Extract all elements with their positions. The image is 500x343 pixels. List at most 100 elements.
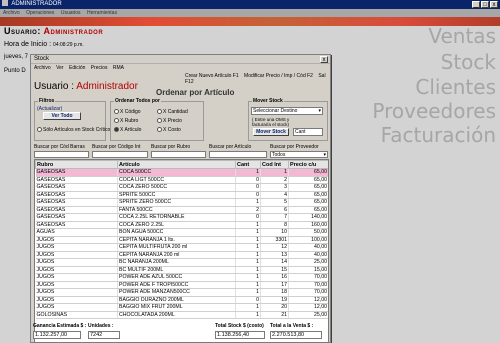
side-menu-clientes[interactable]: Clientes <box>415 75 496 99</box>
table-row[interactable]: JUGOS POWER ADE F TROPI500CC 1 17 70,00 <box>35 281 328 289</box>
side-menu-facturacion[interactable]: Facturación <box>381 123 496 147</box>
table-row[interactable]: JUGOS POWER ADE AZUL 500CC 1 16 70,00 <box>35 273 328 282</box>
search-label-rubro: Buscar por Rubro <box>151 144 191 150</box>
close-button[interactable]: x <box>490 1 498 8</box>
ordenar-precio[interactable]: X Precio <box>157 118 182 124</box>
col-cod-int[interactable]: Cod Int <box>260 160 289 169</box>
search-label-barcode: Buscar por Cód Barras <box>34 144 85 150</box>
minimize-button[interactable]: _ <box>472 1 480 8</box>
cell-precio: 70,00 <box>288 281 328 289</box>
cell-articulo: COCA 500CC <box>117 168 236 177</box>
table-header-row: Rubro Artículo Cant Cod Int Precio c/u <box>35 160 328 169</box>
stock-close-button[interactable]: x <box>320 56 328 63</box>
col-precio[interactable]: Precio c/u <box>288 160 328 169</box>
cell-cod-int: 10 <box>260 228 289 237</box>
table-row[interactable]: JUGOS POWER ADE MANZAN500CC 1 18 70,00 <box>35 288 328 297</box>
ordenar-costo[interactable]: X Costo <box>157 127 181 133</box>
table-row[interactable]: JUGOS CEPITA NARANJA 1 lts. 1 3301 100,00 <box>35 236 328 244</box>
ordenar-cantidad[interactable]: X Cantidad <box>157 109 188 115</box>
cell-rubro: GASEOSAS <box>35 198 118 207</box>
stock-menu-precios[interactable]: Precios <box>91 65 108 71</box>
stock-user-name: Administrador <box>76 81 138 92</box>
table-row[interactable]: GASEOSAS COCA ZERO 2.25L 1 8 160,00 <box>35 221 328 229</box>
table-row[interactable]: GASEOSAS COCA LIGT 500CC 0 2 65,00 <box>35 176 328 184</box>
side-menu-stock[interactable]: Stock <box>441 50 496 74</box>
stock-menu-rma[interactable]: RMA <box>113 65 124 71</box>
destino-select[interactable]: Seleccionar Destino ▾ <box>251 107 323 115</box>
table-row[interactable]: GASEOSAS COCA ZERO 500CC 0 3 65,00 <box>35 183 328 192</box>
radio-costo[interactable] <box>157 127 162 133</box>
stock-menu-archivo[interactable]: Archivo <box>34 65 51 71</box>
stock-user-label: Usuario : <box>34 81 75 92</box>
radio-cantidad[interactable] <box>157 109 162 115</box>
cell-articulo: CEPITA NARANJA 200 ml <box>117 251 236 259</box>
radio-rubro[interactable] <box>114 118 119 124</box>
cell-cant: 1 <box>235 288 261 297</box>
menu-usuarios[interactable]: Usuarios <box>61 10 81 16</box>
cell-precio: 15,00 <box>288 266 328 274</box>
solo-criticos-option[interactable]: Sólo Artículos en Stock Crítico <box>37 127 110 133</box>
cell-cant: 1 <box>235 311 261 319</box>
filtros-label: Filtros <box>38 98 56 104</box>
shortcut-modify-price[interactable]: Modificar Precio / Imp / Cód F2 <box>244 73 313 79</box>
cell-cod-int: 20 <box>260 303 289 312</box>
cell-cod-int: 19 <box>260 296 289 304</box>
ordenar-rubro-label: X Rubro <box>120 118 139 124</box>
search-labels: Buscar por Cód Barras Buscar por Código … <box>34 144 329 150</box>
search-articulo-input[interactable] <box>209 151 267 158</box>
table-row[interactable]: JUGOS CEPITA NARANJA 200 ml 1 13 40,00 <box>35 251 328 259</box>
cell-rubro: GOLOSINAS <box>35 311 118 319</box>
menu-herramientas[interactable]: Herramientas <box>87 10 117 16</box>
ordenar-articulo[interactable]: X Artículo <box>114 127 141 133</box>
search-rubro-input[interactable] <box>151 151 206 158</box>
search-barcode-input[interactable] <box>34 151 89 158</box>
ordenar-rubro[interactable]: X Rubro <box>114 118 138 124</box>
mover-stock-button[interactable]: Mover Stock <box>253 128 289 136</box>
radio-precio[interactable] <box>157 118 162 124</box>
maximize-button[interactable]: □ <box>481 1 489 8</box>
table-row[interactable]: JUGOS BC MULTIF 200ML 1 15 15,00 <box>35 266 328 274</box>
cell-cant: 1 <box>235 258 261 267</box>
stock-menu-edicion[interactable]: Edición <box>69 65 85 71</box>
cell-rubro: JUGOS <box>35 236 118 244</box>
ordenar-codigo[interactable]: X Código <box>114 109 141 115</box>
cell-precio: 65,00 <box>288 176 328 184</box>
table-row[interactable]: JUGOS BAGGIO MIX FRUT 200ML 1 20 12,00 <box>35 303 328 312</box>
stock-menu-ver[interactable]: Ver <box>56 65 64 71</box>
col-rubro[interactable]: Rubro <box>35 160 118 169</box>
table-row[interactable]: GASEOSAS FANTA 500CC 2 6 65,00 <box>35 206 328 214</box>
ganancia-label: Ganancia Estimada $ : <box>33 323 87 329</box>
cell-precio: 40,00 <box>288 243 328 252</box>
table-row[interactable]: GASEOSAS COCA 2.25L RETORNABLE 0 7 140,00 <box>35 213 328 222</box>
cant-input[interactable]: Cant <box>293 128 323 136</box>
cell-rubro: GASEOSAS <box>35 221 118 229</box>
search-proveedor-select[interactable]: Todos ▾ <box>270 151 328 158</box>
cell-precio: 65,00 <box>288 191 328 199</box>
cell-cod-int: 4 <box>260 191 289 199</box>
table-row[interactable]: JUGOS CEPITA MULTIFRUTA 200 ml 1 12 40,00 <box>35 243 328 252</box>
solo-criticos-radio[interactable] <box>37 127 42 133</box>
cell-rubro: GASEOSAS <box>35 183 118 192</box>
col-articulo[interactable]: Artículo <box>117 160 236 169</box>
menu-operaciones[interactable]: Operaciones <box>26 10 54 16</box>
radio-codigo[interactable] <box>114 109 119 115</box>
table-row[interactable]: AGUAS BON AGUA 500CC 1 10 50,00 <box>35 228 328 237</box>
cell-cod-int: 6 <box>260 206 289 214</box>
cell-cant: 1 <box>235 273 261 282</box>
table-row[interactable]: GASEOSAS SPRITE ZERO 500CC 1 5 65,00 <box>35 198 328 207</box>
table-row[interactable]: GASEOSAS COCA 500CC 1 1 65,00 <box>35 168 328 177</box>
solo-criticos-label: Sólo Artículos en Stock Crítico <box>43 127 111 133</box>
table-row[interactable]: JUGOS BC NARANJA 200ML 1 14 25,00 <box>35 258 328 267</box>
col-cant[interactable]: Cant <box>235 160 261 169</box>
menu-archivo[interactable]: Archivo <box>3 10 20 16</box>
main-title-bar: ADMINISTRADOR _ □ x <box>0 0 500 9</box>
radio-articulo[interactable] <box>114 127 119 133</box>
chevron-down-icon: ▾ <box>323 152 326 158</box>
ver-todo-button[interactable]: Ver Todo <box>43 112 81 120</box>
search-codigo-input[interactable] <box>92 151 148 158</box>
table-row[interactable]: GOLOSINAS CHOCOLATADA 200ML 1 21 25,00 <box>35 311 328 319</box>
side-menu-ventas[interactable]: Ventas <box>428 24 496 48</box>
table-row[interactable]: GASEOSAS SPRITE 500CC 0 4 65,00 <box>35 191 328 199</box>
table-row[interactable]: JUGOS BAGGIO DURAZNO 200ML 0 19 12,00 <box>35 296 328 304</box>
side-menu-proveedores[interactable]: Proveedores <box>372 99 496 123</box>
